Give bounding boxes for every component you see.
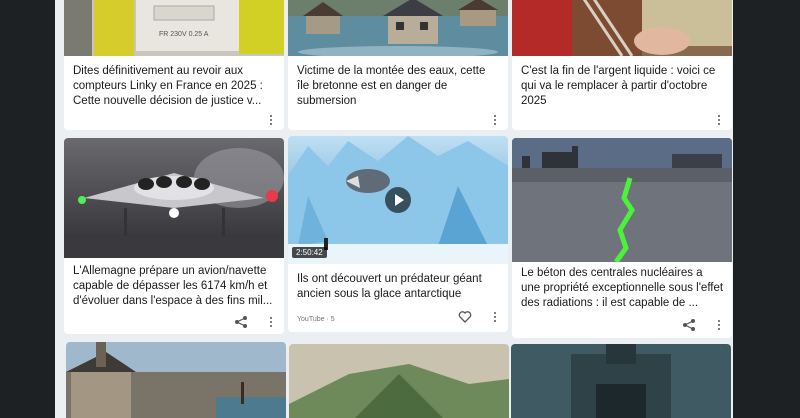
ancient-ruins-image <box>511 344 731 418</box>
card-title[interactable]: Ils ont découvert un prédateur géant anc… <box>297 272 500 302</box>
more-options-icon[interactable] <box>264 315 278 329</box>
cash-wallet-image <box>512 0 732 56</box>
svg-text:FR 230V 0.25 A: FR 230V 0.25 A <box>159 31 209 38</box>
video-source: YouTube · 5 <box>297 316 335 323</box>
card-actions <box>488 113 502 127</box>
more-options-icon[interactable] <box>264 113 278 127</box>
linky-meter-image: FR 230V 0.25 A <box>64 0 284 56</box>
card-title[interactable]: L'Allemagne prépare un avion/navette cap… <box>73 264 276 309</box>
ice-predator-image[interactable]: 2:50:42 <box>288 136 508 264</box>
news-card[interactable]: Victime de la montée des eaux, cette île… <box>288 0 508 130</box>
harbor-village-image <box>66 342 286 418</box>
mountain-landscape-image <box>289 344 509 418</box>
card-title[interactable]: Victime de la montée des eaux, cette île… <box>297 64 500 109</box>
card-actions <box>712 113 726 127</box>
card-actions <box>682 318 726 332</box>
share-icon[interactable] <box>682 318 696 332</box>
news-card[interactable] <box>289 344 509 418</box>
play-icon[interactable] <box>385 187 411 213</box>
news-card[interactable]: FR 230V 0.25 A Dites définitivement au r… <box>64 0 284 130</box>
more-options-icon[interactable] <box>712 318 726 332</box>
news-feed: FR 230V 0.25 A Dites définitivement au r… <box>55 0 733 418</box>
news-card[interactable] <box>511 344 731 418</box>
card-title[interactable]: C'est la fin de l'argent liquide : voici… <box>521 64 724 109</box>
more-options-icon[interactable] <box>488 310 502 324</box>
card-actions <box>458 310 502 324</box>
video-card[interactable]: 2:50:42 Ils ont découvert un prédateur g… <box>288 136 508 332</box>
card-actions <box>234 315 278 329</box>
cracked-concrete-image <box>512 138 732 262</box>
more-options-icon[interactable] <box>488 113 502 127</box>
more-options-icon[interactable] <box>712 113 726 127</box>
video-duration: 2:50:42 <box>292 247 327 258</box>
share-icon[interactable] <box>234 315 248 329</box>
card-title[interactable]: Dites définitivement au revoir aux compt… <box>73 64 276 109</box>
card-actions <box>264 113 278 127</box>
news-card[interactable]: L'Allemagne prépare un avion/navette cap… <box>64 138 284 334</box>
news-card[interactable] <box>66 342 286 418</box>
card-title[interactable]: Le béton des centrales nucléaires a une … <box>521 266 724 311</box>
flooded-houses-image <box>288 0 508 56</box>
news-card[interactable]: C'est la fin de l'argent liquide : voici… <box>512 0 732 130</box>
news-card[interactable]: Le béton des centrales nucléaires a une … <box>512 138 732 338</box>
spaceplane-image <box>64 138 284 258</box>
heart-icon[interactable] <box>458 310 472 324</box>
